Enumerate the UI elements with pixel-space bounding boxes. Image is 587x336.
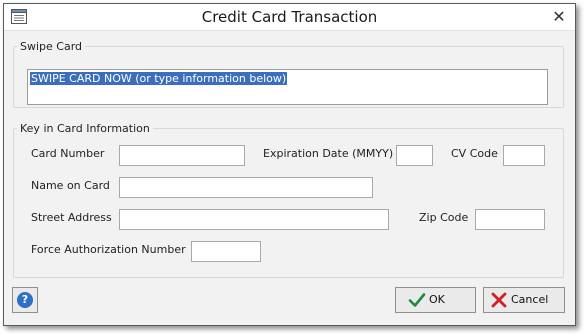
name-on-card-label: Name on Card (31, 179, 110, 192)
ok-button[interactable]: OK (395, 287, 476, 313)
key-in-card-legend: Key in Card Information (20, 122, 150, 135)
cv-code-field[interactable] (503, 145, 545, 166)
cancel-label: Cancel (511, 293, 549, 306)
street-address-field[interactable] (119, 209, 389, 230)
swipe-card-group: Swipe Card SWIPE CARD NOW (or type infor… (13, 40, 564, 108)
cv-code-label: CV Code (451, 147, 498, 160)
card-number-label: Card Number (31, 147, 105, 160)
force-authorization-label: Force Authorization Number (31, 243, 186, 256)
zip-code-field[interactable] (475, 209, 545, 230)
force-authorization-field[interactable] (191, 241, 261, 262)
cancel-button[interactable]: Cancel (483, 287, 565, 313)
title-bar[interactable]: Credit Card Transaction ✕ (4, 4, 575, 31)
expiration-date-field[interactable] (396, 145, 433, 166)
x-icon (491, 292, 507, 308)
name-on-card-field[interactable] (119, 177, 373, 198)
checkmark-icon (408, 293, 426, 307)
card-number-field[interactable] (119, 145, 245, 166)
help-button[interactable]: ? (12, 287, 38, 313)
swipe-card-legend: Swipe Card (20, 40, 83, 53)
swipe-card-text: SWIPE CARD NOW (or type information belo… (30, 72, 288, 85)
expiration-date-label: Expiration Date (MMYY) (263, 147, 394, 160)
dialog-window: Credit Card Transaction ✕ Swipe Card SWI… (3, 3, 576, 326)
street-address-label: Street Address (31, 211, 112, 224)
close-icon[interactable]: ✕ (549, 7, 569, 27)
help-icon: ? (17, 292, 33, 308)
zip-code-label: Zip Code (419, 211, 469, 224)
window-title: Credit Card Transaction (201, 8, 378, 26)
ok-label: OK (429, 293, 445, 306)
swipe-card-input[interactable]: SWIPE CARD NOW (or type information belo… (27, 69, 548, 105)
